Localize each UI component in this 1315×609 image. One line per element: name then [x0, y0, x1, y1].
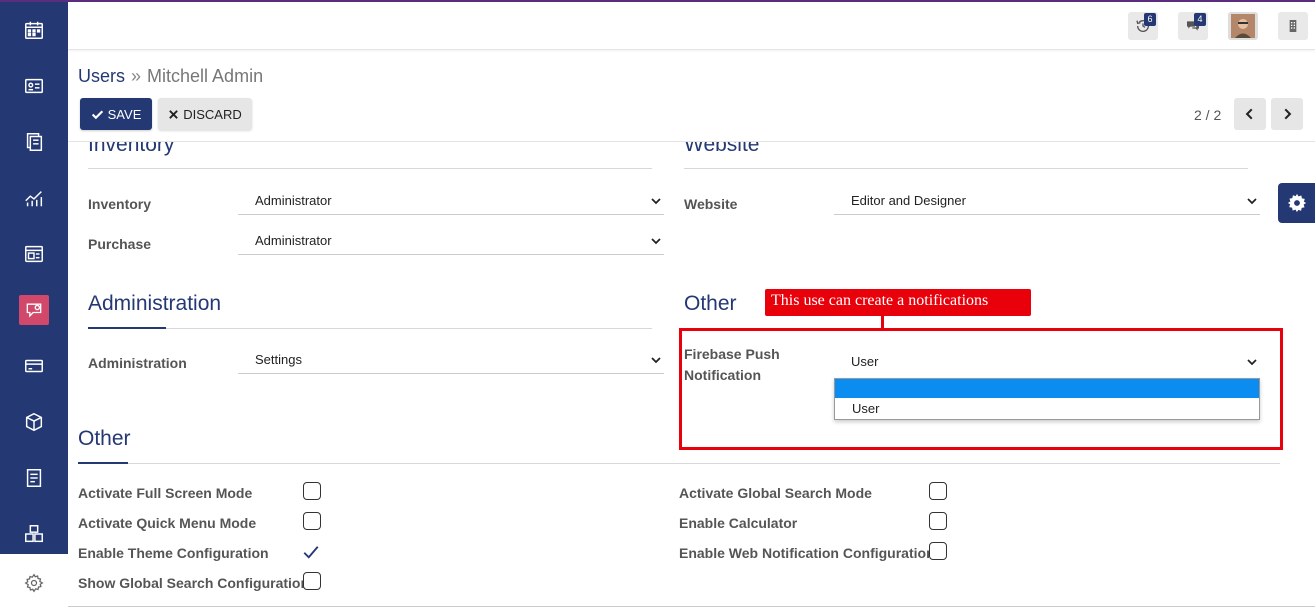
checkbox-calculator[interactable] [929, 512, 947, 530]
sidebar-item-settings[interactable] [0, 554, 68, 609]
sidebar-item-inventory[interactable] [0, 394, 68, 450]
sidebar-item-invoicing[interactable] [0, 450, 68, 506]
pager-next-button[interactable] [1271, 98, 1303, 130]
checkbox-full-screen[interactable] [303, 482, 321, 500]
option-label-web-notification: Enable Web Notification Configuration [679, 545, 935, 561]
gear-icon [1287, 193, 1306, 213]
save-button-label: SAVE [107, 106, 142, 122]
close-icon [169, 109, 179, 119]
sidebar-item-payments[interactable] [0, 338, 68, 394]
purchase-access-value: Administrator [255, 233, 332, 248]
calendar-icon [25, 21, 43, 39]
chevron-left-icon [1245, 108, 1253, 120]
option-label-theme-config: Enable Theme Configuration [78, 545, 269, 561]
pager-previous-button[interactable] [1234, 98, 1266, 130]
avatar [1231, 14, 1255, 38]
invoice-icon [26, 469, 42, 487]
chevron-down-icon [651, 357, 661, 364]
active-app-highlight [19, 295, 49, 325]
breadcrumb: Users » Mitchell Admin [78, 66, 263, 87]
sidebar-item-reporting[interactable] [0, 170, 68, 226]
website-access-value: Editor and Designer [851, 193, 966, 208]
check-icon [91, 109, 103, 119]
section-divider-other-bottom [128, 463, 1280, 464]
option-label-full-screen: Activate Full Screen Mode [78, 485, 253, 501]
section-title-inventory: Inventory [88, 142, 175, 156]
section-divider-inventory [88, 168, 652, 169]
activity-button[interactable]: 6 [1128, 12, 1158, 40]
sidebar-item-documents[interactable] [0, 114, 68, 170]
discard-button[interactable]: DISCARD [158, 98, 252, 130]
activity-count-badge: 6 [1144, 13, 1156, 26]
field-label-website: Website [684, 196, 738, 212]
field-label-inventory: Inventory [88, 196, 152, 212]
customizer-toggle-button[interactable] [1278, 183, 1315, 223]
option-label-global-search-config: Show Global Search Configuration [78, 575, 310, 591]
administration-access-select[interactable]: Settings [238, 348, 664, 374]
section-title-administration: Administration [88, 292, 222, 315]
scroll-clip-region: Inventory Website [68, 142, 1278, 158]
section-title-other-bottom: Other [78, 427, 131, 450]
box-icon [25, 412, 43, 432]
option-label-calculator: Enable Calculator [679, 515, 798, 531]
inventory-access-select[interactable]: Administrator [238, 189, 664, 215]
building-icon [1289, 20, 1297, 32]
chart-icon [25, 191, 43, 207]
form-bottom-border [68, 606, 1315, 607]
sidebar-item-calendar[interactable] [0, 2, 68, 58]
browser-window-icon [25, 245, 43, 263]
breadcrumb-current: Mitchell Admin [147, 66, 264, 86]
checkbox-quick-menu[interactable] [303, 512, 321, 530]
section-underline-administration [88, 327, 166, 329]
contact-card-icon [25, 78, 43, 94]
option-label-quick-menu: Activate Quick Menu Mode [78, 515, 257, 531]
checkbox-global-search-mode[interactable] [929, 482, 947, 500]
save-button[interactable]: SAVE [80, 98, 152, 130]
section-title-other-right: Other [684, 292, 737, 315]
chevron-down-icon [1247, 198, 1257, 205]
pager-counter: 2 / 2 [1194, 107, 1222, 123]
purchase-access-select[interactable]: Administrator [238, 229, 664, 255]
sidebar-item-website[interactable] [0, 226, 68, 282]
breadcrumb-separator: » [131, 66, 142, 86]
section-title-website: Website [684, 142, 760, 156]
top-navbar: 6 4 [68, 2, 1315, 50]
breadcrumb-users-link[interactable]: Users [78, 66, 125, 86]
sidebar-item-contacts[interactable] [0, 58, 68, 114]
option-label-global-search-mode: Activate Global Search Mode [679, 485, 872, 501]
cubes-icon [25, 525, 43, 543]
section-divider-website [684, 168, 1248, 169]
messages-count-badge: 4 [1194, 13, 1206, 26]
chevron-right-icon [1284, 108, 1292, 120]
inventory-access-value: Administrator [255, 193, 332, 208]
checkbox-theme-config[interactable] [301, 543, 321, 561]
section-underline-other-bottom [78, 462, 128, 464]
chevron-down-icon [651, 238, 661, 245]
messages-button[interactable]: 4 [1178, 12, 1208, 40]
sidebar-item-notifications[interactable] [0, 282, 68, 338]
website-access-select[interactable]: Editor and Designer [834, 189, 1260, 215]
administration-access-value: Settings [255, 352, 302, 367]
section-divider-administration [166, 328, 652, 329]
checkbox-web-notification[interactable] [929, 542, 947, 560]
checkbox-global-search-config[interactable] [303, 572, 321, 590]
chevron-down-icon [651, 198, 661, 205]
discard-button-label: DISCARD [183, 106, 242, 122]
annotation-highlight-box [679, 328, 1283, 450]
annotation-callout: This use can create a notifications [765, 289, 1031, 316]
chat-bell-icon [26, 303, 42, 318]
field-label-purchase: Purchase [88, 236, 152, 252]
user-avatar-button[interactable] [1228, 12, 1258, 40]
field-label-administration: Administration [88, 355, 187, 371]
app-sidebar [0, 2, 68, 609]
documents-icon [26, 133, 43, 151]
credit-card-icon [25, 359, 43, 373]
company-switcher-button[interactable] [1278, 12, 1308, 40]
gear-icon [24, 572, 44, 593]
annotation-callout-pointer [881, 316, 884, 328]
